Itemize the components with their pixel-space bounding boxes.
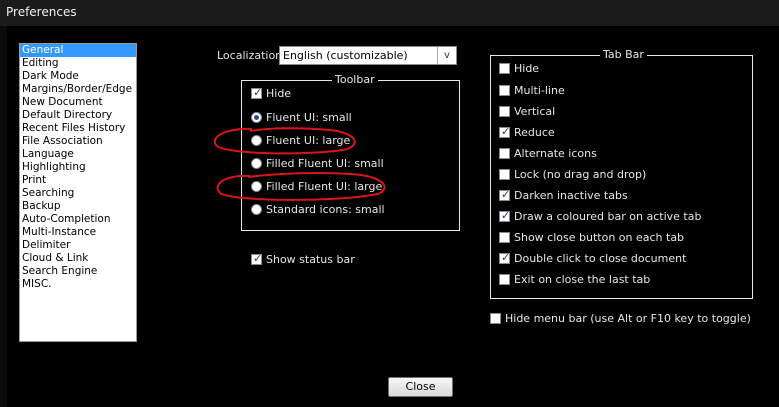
checkbox-box[interactable] <box>499 274 510 285</box>
toolbar-option-radio[interactable]: Filled Fluent UI: small <box>251 157 384 171</box>
show-status-bar-checkbox[interactable]: ✓ Show status bar <box>251 252 355 267</box>
category-item[interactable]: Editing <box>20 57 136 70</box>
hide-menu-bar-checkbox[interactable]: Hide menu bar (use Alt or F10 key to tog… <box>490 312 751 326</box>
tabbar-option-checkbox[interactable]: Hide <box>499 62 539 76</box>
checkbox-box[interactable] <box>499 148 510 159</box>
localization-label: Localization <box>217 49 283 62</box>
checkbox-box[interactable] <box>499 232 510 243</box>
check-mark-icon: ✓ <box>253 86 263 99</box>
checkbox-label: Hide menu bar (use Alt or F10 key to tog… <box>505 312 751 325</box>
check-mark-icon: ✓ <box>253 252 263 265</box>
category-item[interactable]: Search Engine <box>20 265 136 278</box>
toolbar-group-title: Toolbar <box>332 73 378 86</box>
category-item[interactable]: Highlighting <box>20 161 136 174</box>
category-item[interactable]: Language <box>20 148 136 161</box>
checkbox-label: Hide <box>266 87 292 100</box>
checkbox-label: Reduce <box>514 126 555 139</box>
checkbox-label: Hide <box>514 62 540 75</box>
checkbox-label: Multi-line <box>514 84 565 97</box>
checkbox-label: Alternate icons <box>514 147 597 160</box>
checkbox-box[interactable]: ✓ <box>499 125 511 138</box>
title-bar: Preferences <box>0 0 779 26</box>
category-item[interactable]: General <box>20 44 136 57</box>
checkbox-label: Vertical <box>514 105 556 118</box>
checkbox-box[interactable] <box>499 85 510 96</box>
toolbar-option-radio[interactable]: Fluent UI: small <box>251 111 352 125</box>
tabbar-option-checkbox[interactable]: ✓ Double click to close document <box>499 251 687 266</box>
category-item[interactable]: Margins/Border/Edge <box>20 83 136 96</box>
toolbar-option-radio[interactable]: Standard icons: small <box>251 203 385 217</box>
checkbox-label: Darken inactive tabs <box>514 189 628 202</box>
toolbar-hide-checkbox[interactable]: ✓ Hide <box>251 86 292 101</box>
category-item[interactable]: Default Directory <box>20 109 136 122</box>
category-item[interactable]: Multi-Instance <box>20 226 136 239</box>
checkbox-box[interactable] <box>499 106 510 117</box>
radio-button[interactable] <box>251 112 262 123</box>
check-mark-icon: ✓ <box>501 209 511 222</box>
window-title: Preferences <box>6 5 77 19</box>
radio-label: Standard icons: small <box>266 203 385 216</box>
checkbox-label: Exit on close the last tab <box>514 273 651 286</box>
checkbox-box[interactable]: ✓ <box>499 188 511 201</box>
radio-button[interactable] <box>251 181 262 192</box>
dropdown-arrow-icon[interactable]: v <box>437 47 456 64</box>
checkbox-label: Show status bar <box>266 253 355 266</box>
checkbox-box[interactable] <box>490 313 501 324</box>
radio-button[interactable] <box>251 158 262 169</box>
checkbox-label: Draw a coloured bar on active tab <box>514 210 702 223</box>
checkbox-label: Show close button on each tab <box>514 231 685 244</box>
checkbox-box[interactable] <box>499 63 510 74</box>
tabbar-option-checkbox[interactable]: Lock (no drag and drop) <box>499 168 646 182</box>
radio-selected-dot-icon <box>254 115 259 120</box>
tabbar-option-checkbox[interactable]: Vertical <box>499 105 555 119</box>
checkbox-label: Lock (no drag and drop) <box>514 168 647 181</box>
checkbox-box[interactable]: ✓ <box>251 86 263 99</box>
tabbar-option-checkbox[interactable]: Multi-line <box>499 84 565 98</box>
category-item[interactable]: Recent Files History <box>20 122 136 135</box>
close-button[interactable]: Close <box>388 377 453 397</box>
category-item[interactable]: File Association <box>20 135 136 148</box>
localization-value: English (customizable) <box>283 49 408 62</box>
category-item[interactable]: Backup <box>20 200 136 213</box>
radio-label: Fluent UI: small <box>266 111 352 124</box>
tabbar-option-checkbox[interactable]: ✓ Draw a coloured bar on active tab <box>499 209 702 224</box>
localization-dropdown[interactable]: English (customizable) v <box>279 46 457 65</box>
toolbar-option-radio[interactable]: Filled Fluent UI: large <box>251 180 382 194</box>
tabbar-option-checkbox[interactable]: Exit on close the last tab <box>499 273 650 287</box>
toolbar-option-radio[interactable]: Fluent UI: large <box>251 134 350 148</box>
category-item[interactable]: Delimiter <box>20 239 136 252</box>
tabbar-option-checkbox[interactable]: ✓ Reduce <box>499 125 555 140</box>
checkbox-label: Double click to close document <box>514 252 687 265</box>
check-mark-icon: ✓ <box>501 125 511 138</box>
category-item[interactable]: Cloud & Link <box>20 252 136 265</box>
tabbar-group-title: Tab Bar <box>600 48 647 61</box>
tabbar-option-checkbox[interactable]: Show close button on each tab <box>499 231 684 245</box>
category-item[interactable]: Print <box>20 174 136 187</box>
radio-button[interactable] <box>251 204 262 215</box>
category-item[interactable]: Auto-Completion <box>20 213 136 226</box>
checkbox-box[interactable] <box>499 169 510 180</box>
check-mark-icon: ✓ <box>501 251 511 264</box>
radio-label: Fluent UI: large <box>266 134 351 147</box>
radio-label: Filled Fluent UI: small <box>266 157 384 170</box>
category-list[interactable]: General Editing Dark Mode Margins/Border… <box>19 43 137 342</box>
radio-button[interactable] <box>251 135 262 146</box>
category-item[interactable]: Dark Mode <box>20 70 136 83</box>
category-item[interactable]: New Document <box>20 96 136 109</box>
checkbox-box[interactable]: ✓ <box>251 252 263 265</box>
category-item[interactable]: Searching <box>20 187 136 200</box>
tabbar-option-checkbox[interactable]: ✓ Darken inactive tabs <box>499 188 628 203</box>
radio-label: Filled Fluent UI: large <box>266 180 383 193</box>
checkbox-box[interactable]: ✓ <box>499 209 511 222</box>
category-item[interactable]: MISC. <box>20 278 136 291</box>
tabbar-option-checkbox[interactable]: Alternate icons <box>499 147 597 161</box>
check-mark-icon: ✓ <box>501 188 511 201</box>
checkbox-box[interactable]: ✓ <box>499 251 511 264</box>
